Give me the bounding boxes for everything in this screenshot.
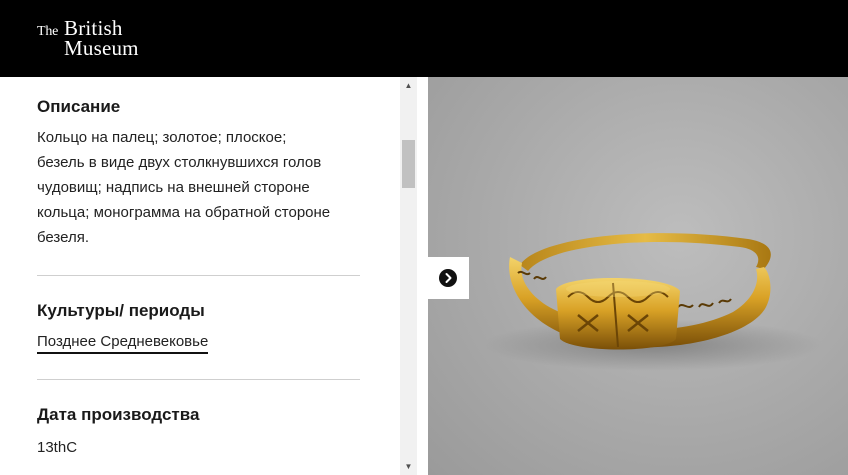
section-divider [37, 275, 360, 276]
scroll-down-arrow-icon[interactable]: ▼ [400, 458, 417, 475]
object-image[interactable] [428, 77, 848, 475]
scroll-up-arrow-icon[interactable]: ▲ [400, 77, 417, 94]
description-line: чудовищ; надпись на внешней стороне [37, 179, 310, 196]
production-date-value: 13thC [37, 439, 78, 456]
gold-ring-photo [483, 233, 823, 371]
description-text: Кольцо на палец; золотое; плоское; безел… [37, 125, 367, 250]
chevron-right-circle-icon [439, 269, 457, 287]
description-heading: Описание [37, 97, 121, 116]
scroll-thumb[interactable] [402, 140, 415, 188]
section-divider [37, 379, 360, 380]
description-line: безеля. [37, 229, 90, 246]
panel-scrollbar[interactable]: ▲ ▼ [400, 77, 417, 475]
panel-gutter [417, 77, 428, 475]
site-header: The British Museum [0, 0, 848, 77]
object-details-panel: Описание Кольцо на палец; золотое; плоск… [0, 77, 400, 475]
description-line: кольца; монограмма на обратной стороне [37, 204, 331, 221]
cultures-heading: Культуры/ периоды [37, 301, 205, 320]
late-medieval-link[interactable]: Позднее Средневековье [37, 333, 209, 354]
logo-museum: Museum [64, 36, 139, 60]
next-image-button[interactable] [428, 257, 469, 299]
description-line: Кольцо на палец; золотое; плоское; [37, 129, 287, 146]
logo-the: The [37, 24, 59, 39]
production-date-heading: Дата производства [37, 405, 200, 424]
description-line: безель в виде двух столкнувшихся голов [37, 154, 322, 171]
